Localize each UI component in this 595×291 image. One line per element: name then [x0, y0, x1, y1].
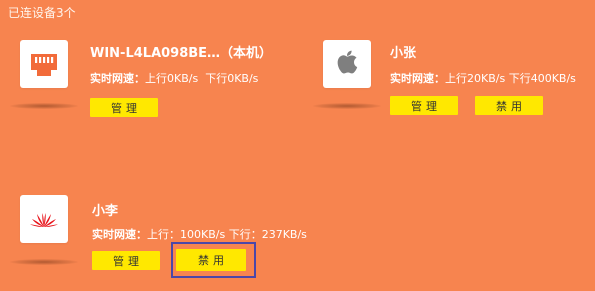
device-speed: 实时网速：上行20KB/s 下行400KB/s — [390, 70, 576, 86]
ethernet-port-icon — [20, 40, 68, 88]
icon-shadow — [10, 259, 78, 265]
download-speed: 下行：237KB/s — [228, 228, 307, 241]
huawei-logo-icon — [20, 195, 68, 243]
block-button[interactable]: 禁用 — [176, 249, 246, 271]
manage-button[interactable]: 管理 — [390, 96, 458, 115]
speed-label: 实时网速： — [390, 72, 445, 85]
download-speed: 下行400KB/s — [508, 72, 576, 85]
icon-shadow — [10, 103, 78, 109]
device-name: 小张 — [390, 46, 417, 61]
speed-label: 实时网速： — [92, 228, 147, 241]
device-speed: 实时网速：上行0KB/s 下行0KB/s — [90, 70, 258, 86]
connected-device-count: 已连设备3个 — [8, 6, 76, 20]
upload-speed: 上行：100KB/s — [147, 228, 226, 241]
upload-speed: 上行20KB/s — [445, 72, 506, 85]
manage-button[interactable]: 管理 — [90, 98, 158, 117]
block-button[interactable]: 禁用 — [475, 96, 543, 115]
device-speed: 实时网速：上行：100KB/s 下行：237KB/s — [92, 226, 307, 242]
download-speed: 下行0KB/s — [205, 72, 259, 85]
apple-logo-icon — [323, 40, 371, 88]
device-name: WIN-L4LA098BE…（本机） — [90, 46, 273, 61]
upload-speed: 上行0KB/s — [145, 72, 199, 85]
icon-shadow — [313, 103, 381, 109]
device-name: 小李 — [92, 204, 119, 219]
manage-button[interactable]: 管理 — [92, 251, 160, 270]
speed-label: 实时网速： — [90, 72, 145, 85]
connected-devices-panel: 已连设备3个 WIN-L4LA098BE…（本机） 实时网速：上行0KB/s 下… — [0, 0, 595, 291]
